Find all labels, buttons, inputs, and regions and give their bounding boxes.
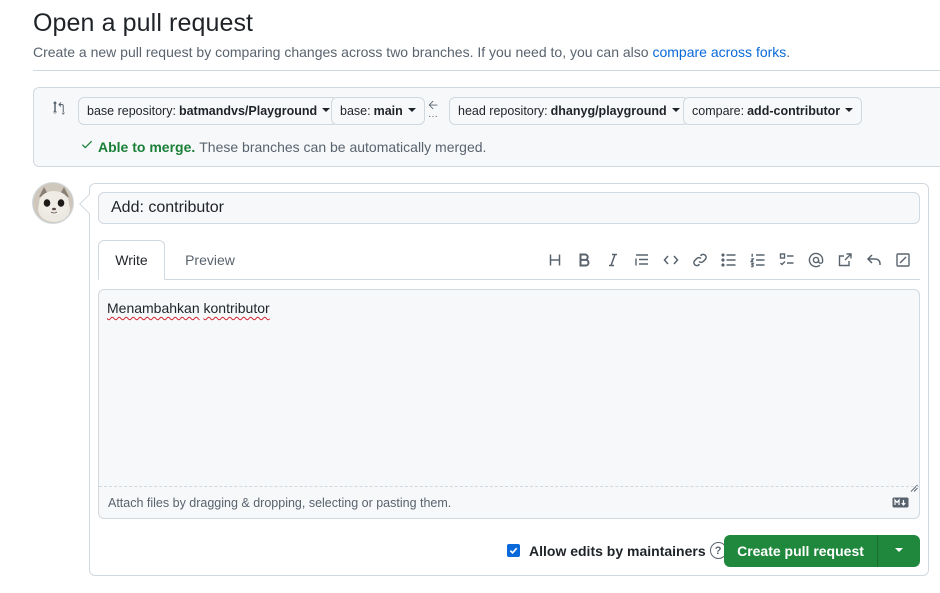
- heading-icon[interactable]: [540, 248, 569, 272]
- chevron-down-icon: [407, 108, 416, 112]
- task-list-icon[interactable]: [772, 248, 801, 272]
- check-icon: [80, 138, 94, 155]
- pr-body-textarea[interactable]: Menambahkan kontributor Attach files by …: [98, 289, 920, 519]
- attach-files-text: Attach files by dragging & dropping, sel…: [108, 495, 452, 510]
- compare-across-forks-link[interactable]: compare across forks: [652, 44, 786, 60]
- allow-edits-checkbox[interactable]: [507, 544, 520, 557]
- attach-files-bar[interactable]: Attach files by dragging & dropping, sel…: [99, 486, 919, 518]
- reply-icon[interactable]: [859, 248, 888, 272]
- mention-icon[interactable]: [801, 248, 830, 272]
- base-repository-label: base repository:: [87, 104, 176, 118]
- italic-icon[interactable]: [598, 248, 627, 272]
- head-repository-select[interactable]: head repository: dhanyg/playground: [449, 97, 689, 125]
- bold-icon[interactable]: [569, 248, 598, 272]
- create-pr-button-group: Create pull request: [724, 535, 920, 567]
- unordered-list-icon[interactable]: [714, 248, 743, 272]
- body-word-misspelled: Menambahkan: [107, 300, 200, 316]
- cross-reference-icon[interactable]: [830, 248, 859, 272]
- compare-branch-label: compare:: [692, 104, 745, 118]
- header-divider: [33, 70, 940, 71]
- quote-icon[interactable]: [627, 248, 656, 272]
- subtitle-text: Create a new pull request by comparing c…: [33, 44, 649, 60]
- code-icon[interactable]: [656, 248, 685, 272]
- head-repository-label: head repository:: [458, 104, 548, 118]
- chevron-down-icon: [671, 108, 680, 112]
- base-repository-value: batmandvs/Playground: [178, 104, 318, 118]
- compare-panel: base repository: batmandvs/Playground ba…: [33, 87, 940, 167]
- markdown-icon: [892, 497, 909, 508]
- merge-ok-text: Able to merge.: [98, 138, 196, 155]
- avatar: [32, 182, 74, 224]
- chevron-down-icon: [845, 108, 854, 112]
- body-word-misspelled: kontributor: [203, 300, 270, 316]
- chevron-down-icon: [895, 548, 903, 552]
- arrow-left-icon: ···: [425, 98, 441, 124]
- pr-body-text: Menambahkan kontributor: [107, 300, 270, 316]
- tab-preview[interactable]: Preview: [172, 240, 248, 280]
- head-repository-value: dhanyg/playground: [550, 104, 667, 118]
- base-branch-select[interactable]: base: main: [331, 97, 425, 125]
- compare-branch-select[interactable]: compare: add-contributor: [683, 97, 863, 125]
- subtitle-suffix: .: [786, 44, 791, 60]
- allow-edits-row: Allow edits by maintainers ?: [507, 542, 727, 559]
- page-subtitle: Create a new pull request by comparing c…: [33, 44, 790, 60]
- link-icon[interactable]: [685, 248, 714, 272]
- create-options-dropdown[interactable]: [878, 535, 920, 567]
- base-repository-select[interactable]: base repository: batmandvs/Playground: [78, 97, 340, 125]
- merge-status: Able to merge. These branches can be aut…: [80, 138, 486, 155]
- ordered-list-icon[interactable]: [743, 248, 772, 272]
- compare-branch-value: add-contributor: [747, 104, 841, 118]
- chevron-down-icon: [322, 108, 331, 112]
- base-branch-value: main: [373, 104, 403, 118]
- markdown-toolbar: [540, 248, 917, 272]
- base-branch-label: base:: [340, 104, 371, 118]
- pr-title-input[interactable]: [98, 192, 920, 224]
- tab-write[interactable]: Write: [98, 240, 165, 280]
- fullscreen-icon[interactable]: [888, 248, 917, 272]
- allow-edits-label[interactable]: Allow edits by maintainers: [529, 543, 706, 559]
- git-compare-icon: [51, 100, 67, 116]
- merge-status-text: These branches can be automatically merg…: [199, 138, 487, 155]
- create-pull-request-button[interactable]: Create pull request: [724, 535, 878, 567]
- page-title: Open a pull request: [33, 9, 254, 37]
